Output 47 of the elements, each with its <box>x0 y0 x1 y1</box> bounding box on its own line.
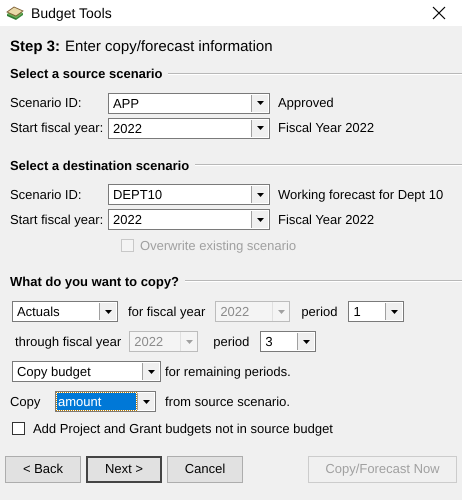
caret-icon <box>256 101 264 105</box>
caret-icon <box>256 192 264 196</box>
scenario-description: Working forecast for Dept 10 <box>278 186 444 204</box>
caret-icon <box>302 340 310 344</box>
field-label: Copy <box>10 392 42 411</box>
dialog-button[interactable]: Cancel <box>167 456 243 482</box>
window-title: Budget Tools <box>31 4 112 23</box>
scenario-description: Approved <box>278 94 334 112</box>
scenario-description: Fiscal Year 2022 <box>278 210 374 229</box>
caret-icon <box>186 340 193 344</box>
caret-icon <box>256 126 264 130</box>
field-label: from source scenario. <box>165 392 290 411</box>
field-label: period <box>213 332 250 351</box>
field-label: through fiscal year <box>15 332 122 351</box>
caret-icon <box>148 370 154 374</box>
step-title: Enter copy/forecast information <box>65 37 273 57</box>
section-heading: Select a destination scenario <box>10 156 190 174</box>
dropdown[interactable]: 1 <box>348 301 404 322</box>
checkbox-label: Overwrite existing scenario <box>140 237 296 255</box>
field-label: Scenario ID: <box>10 94 83 112</box>
section-heading: What do you want to copy? <box>10 272 179 291</box>
dropdown[interactable]: amount <box>55 391 156 412</box>
dialog-button[interactable]: Next > <box>86 456 162 482</box>
checkbox-label: Add Project and Grant budgets not in source budget <box>33 420 333 438</box>
step-label: Step 3: <box>10 37 60 57</box>
section-heading: Select a source scenario <box>10 65 162 83</box>
field-label: for remaining periods. <box>165 362 291 381</box>
dropdown[interactable]: 2022 <box>108 209 270 230</box>
dropdown[interactable]: Actuals <box>12 301 118 322</box>
dropdown[interactable]: 3 <box>260 331 316 352</box>
field-label: for fiscal year <box>128 302 206 321</box>
dialog-button[interactable]: < Back <box>5 456 81 482</box>
caret-icon <box>142 400 150 404</box>
field-label: Start fiscal year: <box>10 210 104 229</box>
field-label: Scenario ID: <box>10 186 83 204</box>
dropdown[interactable]: Copy budget <box>12 361 161 382</box>
dropdown[interactable]: APP <box>108 92 270 114</box>
dropdown[interactable]: DEPT10 <box>108 184 270 205</box>
caret-icon <box>256 218 264 222</box>
field-label: period <box>301 302 338 321</box>
dropdown[interactable]: 2022 <box>108 118 270 138</box>
caret-icon <box>278 310 285 314</box>
checkbox[interactable] <box>12 422 25 436</box>
scenario-description: Fiscal Year 2022 <box>278 119 374 138</box>
caret-icon <box>390 310 398 314</box>
caret-icon <box>104 310 112 314</box>
field-label: Start fiscal year: <box>10 119 104 138</box>
